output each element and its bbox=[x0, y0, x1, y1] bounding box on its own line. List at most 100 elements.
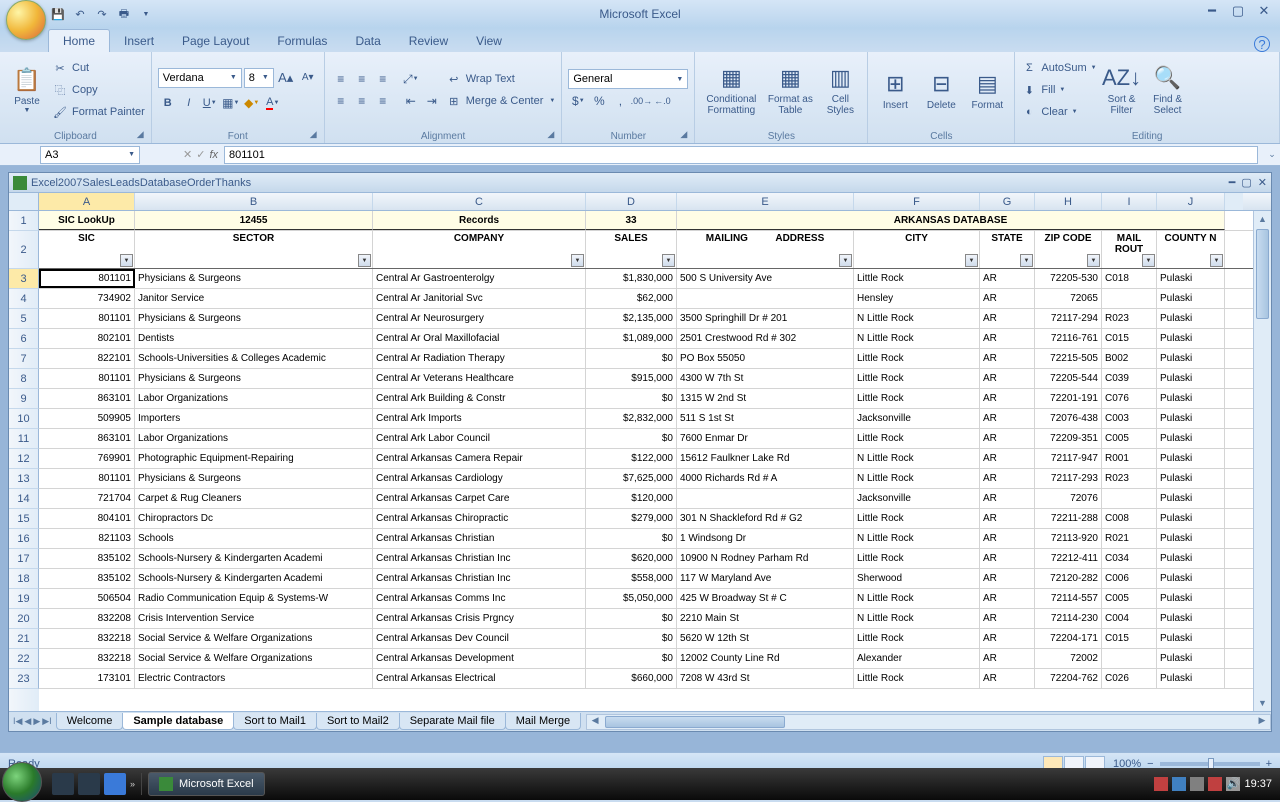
cell[interactable]: Importers bbox=[135, 409, 373, 428]
cell[interactable]: AR bbox=[980, 429, 1035, 448]
cell[interactable]: Central Arkansas Dev Council bbox=[373, 629, 586, 648]
tab-insert[interactable]: Insert bbox=[110, 30, 168, 52]
sheet-tab[interactable]: Sort to Mail2 bbox=[316, 713, 400, 730]
workbook-maximize-icon[interactable]: ▢ bbox=[1241, 176, 1251, 189]
cell[interactable]: 72209-351 bbox=[1035, 429, 1102, 448]
cell[interactable]: Pulaski bbox=[1157, 429, 1225, 448]
cell[interactable]: 721704 bbox=[39, 489, 135, 508]
cell[interactable]: 4000 Richards Rd # A bbox=[677, 469, 854, 488]
row-header[interactable]: 4 bbox=[9, 289, 39, 309]
clipboard-launcher-icon[interactable]: ◢ bbox=[137, 129, 149, 141]
italic-button[interactable]: I bbox=[179, 93, 199, 113]
cell[interactable]: 804101 bbox=[39, 509, 135, 528]
select-all-corner[interactable] bbox=[9, 193, 39, 210]
row-header[interactable]: 8 bbox=[9, 369, 39, 389]
col-header[interactable]: I bbox=[1102, 193, 1157, 210]
cell[interactable] bbox=[1102, 649, 1157, 668]
font-color-button[interactable]: A▼ bbox=[263, 93, 283, 113]
cell[interactable]: AR bbox=[980, 549, 1035, 568]
col-header[interactable]: J bbox=[1157, 193, 1225, 210]
cell[interactable]: Pulaski bbox=[1157, 389, 1225, 408]
cell[interactable]: Alexander bbox=[854, 649, 980, 668]
cell[interactable]: $2,135,000 bbox=[586, 309, 677, 328]
cell[interactable]: Pulaski bbox=[1157, 489, 1225, 508]
delete-cells-button[interactable]: ⊟Delete bbox=[920, 54, 962, 126]
align-right-button[interactable]: ≡ bbox=[373, 91, 393, 111]
switch-windows-icon[interactable] bbox=[78, 773, 100, 795]
scroll-up-icon[interactable]: ▲ bbox=[1254, 211, 1271, 227]
increase-decimal-button[interactable]: .00→ bbox=[631, 91, 651, 111]
cell[interactable]: Central Arkansas Christian Inc bbox=[373, 549, 586, 568]
cell[interactable]: N Little Rock bbox=[854, 609, 980, 628]
font-size-combo[interactable]: 8▼ bbox=[244, 68, 274, 88]
cell[interactable]: Labor Organizations bbox=[135, 389, 373, 408]
cell[interactable]: Pulaski bbox=[1157, 449, 1225, 468]
cell[interactable]: Carpet & Rug Cleaners bbox=[135, 489, 373, 508]
sheet-tab[interactable]: Welcome bbox=[56, 713, 124, 730]
sheet-first-icon[interactable]: I◀ bbox=[13, 716, 22, 727]
cell[interactable]: N Little Rock bbox=[854, 449, 980, 468]
undo-icon[interactable]: ↶ bbox=[72, 6, 88, 22]
fx-icon[interactable]: fx bbox=[209, 149, 218, 161]
autosum-button[interactable]: ΣAutoSum▼ bbox=[1021, 58, 1096, 78]
restore-button[interactable]: ▢ bbox=[1228, 4, 1248, 18]
cell[interactable]: 2210 Main St bbox=[677, 609, 854, 628]
row-header[interactable]: 10 bbox=[9, 409, 39, 429]
cell[interactable]: AR bbox=[980, 629, 1035, 648]
cell[interactable]: Central Ar Radiation Therapy bbox=[373, 349, 586, 368]
workbook-minimize-icon[interactable]: ━ bbox=[1229, 176, 1236, 189]
row-header[interactable]: 14 bbox=[9, 489, 39, 509]
cell[interactable]: 801101 bbox=[39, 469, 135, 488]
cell[interactable]: Central Arkansas Chiropractic bbox=[373, 509, 586, 528]
cell[interactable]: Schools-Universities & Colleges Academic bbox=[135, 349, 373, 368]
cell[interactable]: AR bbox=[980, 409, 1035, 428]
cell[interactable]: AR bbox=[980, 369, 1035, 388]
cell[interactable]: R021 bbox=[1102, 529, 1157, 548]
cell[interactable]: N Little Rock bbox=[854, 469, 980, 488]
col-header[interactable]: H bbox=[1035, 193, 1102, 210]
cell[interactable]: 12002 County Line Rd bbox=[677, 649, 854, 668]
tab-review[interactable]: Review bbox=[395, 30, 462, 52]
cell[interactable]: 7600 Enmar Dr bbox=[677, 429, 854, 448]
grow-font-button[interactable]: A▴ bbox=[276, 68, 296, 88]
cell[interactable]: C018 bbox=[1102, 269, 1157, 288]
cell[interactable]: AR bbox=[980, 589, 1035, 608]
horizontal-scrollbar[interactable]: ◀ ▶ bbox=[586, 714, 1271, 730]
column-filter-header[interactable]: SALES▼ bbox=[586, 231, 677, 268]
cell[interactable]: Little Rock bbox=[854, 669, 980, 688]
cell[interactable]: 72002 bbox=[1035, 649, 1102, 668]
cell[interactable]: Hensley bbox=[854, 289, 980, 308]
cell[interactable]: 72212-411 bbox=[1035, 549, 1102, 568]
cell[interactable]: Electric Contractors bbox=[135, 669, 373, 688]
cell[interactable]: Central Ar Veterans Healthcare bbox=[373, 369, 586, 388]
find-select-button[interactable]: 🔍Find & Select bbox=[1147, 54, 1189, 126]
underline-button[interactable]: U▼ bbox=[200, 93, 220, 113]
cell[interactable]: $120,000 bbox=[586, 489, 677, 508]
cell[interactable]: 801101 bbox=[39, 309, 135, 328]
cell[interactable]: Central Arkansas Camera Repair bbox=[373, 449, 586, 468]
percent-button[interactable]: % bbox=[589, 91, 609, 111]
row-header[interactable]: 1 bbox=[9, 211, 39, 231]
cell[interactable]: 72204-762 bbox=[1035, 669, 1102, 688]
cell[interactable]: 33 bbox=[586, 211, 677, 230]
cell[interactable]: $2,832,000 bbox=[586, 409, 677, 428]
cell[interactable]: Little Rock bbox=[854, 509, 980, 528]
cell[interactable]: 5620 W 12th St bbox=[677, 629, 854, 648]
align-top-button[interactable]: ≡ bbox=[331, 69, 351, 89]
formula-input[interactable]: 801101 bbox=[224, 146, 1258, 164]
cell[interactable]: Central Arkansas Cardiology bbox=[373, 469, 586, 488]
cell[interactable]: N Little Rock bbox=[854, 329, 980, 348]
conditional-formatting-button[interactable]: ▦Conditional Formatting bbox=[701, 54, 761, 126]
cell[interactable]: Central Ar Neurosurgery bbox=[373, 309, 586, 328]
cell[interactable]: C003 bbox=[1102, 409, 1157, 428]
wrap-text-button[interactable]: ↩Wrap Text bbox=[446, 69, 556, 89]
row-header[interactable]: 15 bbox=[9, 509, 39, 529]
expand-formula-bar-icon[interactable]: ⌄ bbox=[1264, 149, 1280, 160]
cell[interactable]: 72116-761 bbox=[1035, 329, 1102, 348]
cell[interactable]: 4300 W 7th St bbox=[677, 369, 854, 388]
cell[interactable]: Pulaski bbox=[1157, 509, 1225, 528]
show-desktop-icon[interactable] bbox=[52, 773, 74, 795]
cell[interactable]: AR bbox=[980, 289, 1035, 308]
cell[interactable]: Physicians & Surgeons bbox=[135, 369, 373, 388]
cell[interactable]: Schools-Nursery & Kindergarten Academi bbox=[135, 549, 373, 568]
